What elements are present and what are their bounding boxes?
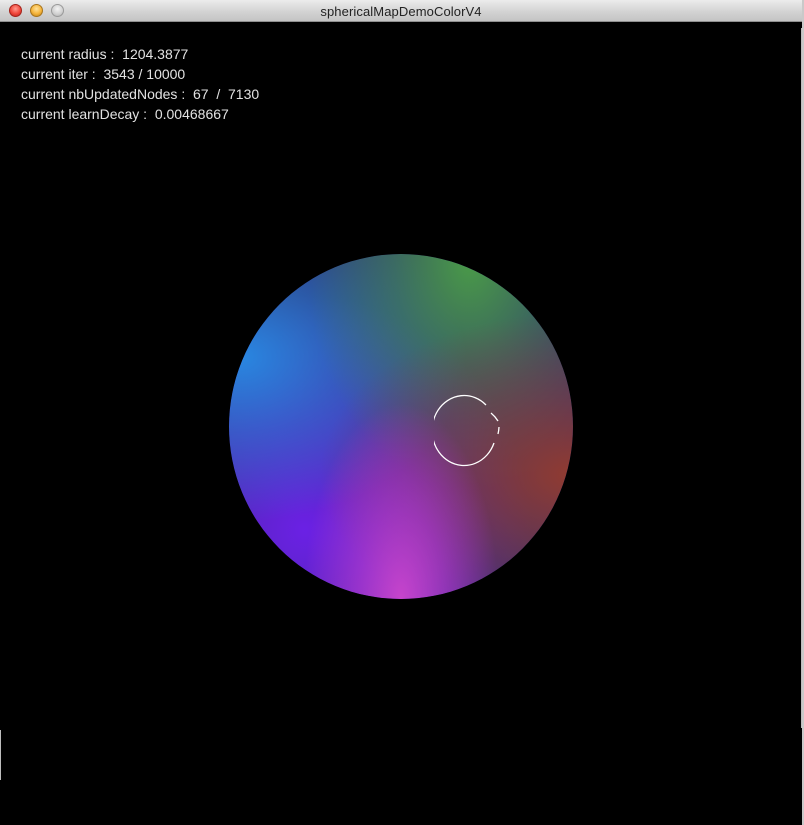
window-edge-left bbox=[0, 730, 1, 780]
stats-overlay: current radius : 1204.3877 current iter … bbox=[21, 44, 259, 124]
app-window: sphericalMapDemoColorV4 current radius :… bbox=[0, 0, 804, 825]
sphere-rim-shading bbox=[229, 254, 573, 599]
render-canvas[interactable]: current radius : 1204.3877 current iter … bbox=[0, 22, 802, 825]
learn-decay-readout: current learnDecay : 0.00468667 bbox=[21, 106, 229, 122]
title-bar[interactable]: sphericalMapDemoColorV4 bbox=[0, 0, 802, 22]
radius-readout: current radius : 1204.3877 bbox=[21, 46, 189, 62]
iteration-readout: current iter : 3543 / 10000 bbox=[21, 66, 186, 82]
window-title: sphericalMapDemoColorV4 bbox=[320, 4, 482, 19]
color-sphere[interactable] bbox=[229, 254, 573, 599]
updated-nodes-readout: current nbUpdatedNodes : 67 / 7130 bbox=[21, 86, 260, 102]
brush-ring-icon bbox=[434, 394, 500, 467]
window-edge bbox=[801, 28, 802, 728]
